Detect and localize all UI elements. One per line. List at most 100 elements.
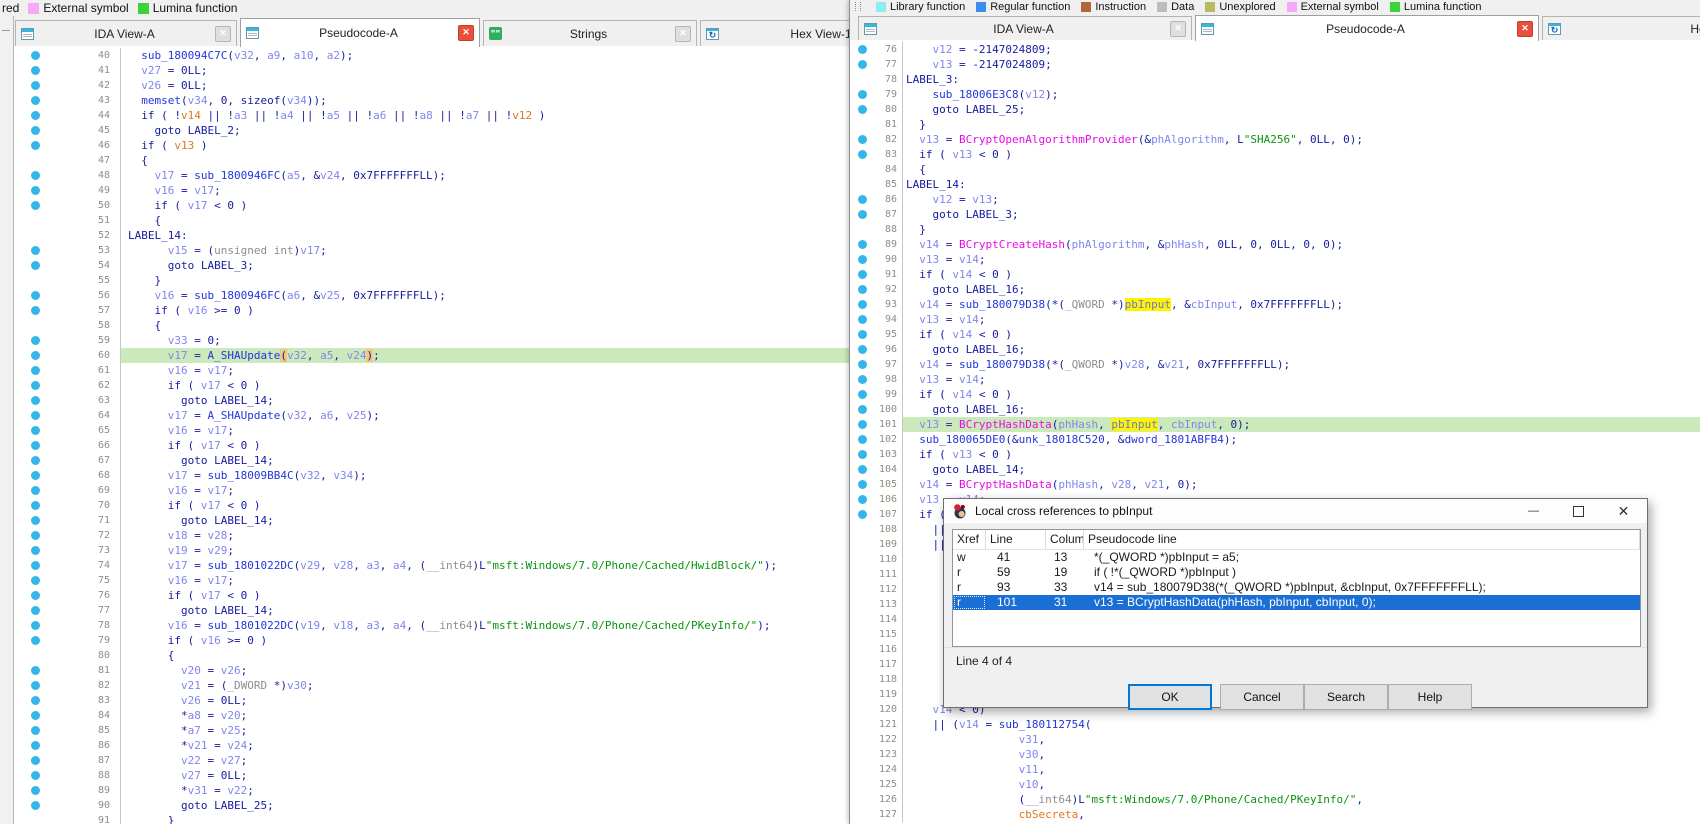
gutter-dot-cell[interactable] <box>850 252 870 267</box>
code-line[interactable]: 87 v22 = v27; <box>0 753 849 768</box>
code-line[interactable]: 46 if ( v13 ) <box>0 138 849 153</box>
xref-header-cell[interactable]: Pseudocode line <box>1084 530 1640 549</box>
gutter-dot-cell[interactable] <box>850 567 870 582</box>
minimize-icon[interactable]: — <box>1511 500 1556 522</box>
gutter-dot-cell[interactable] <box>850 72 870 87</box>
code-text[interactable]: } <box>902 117 1700 132</box>
breakpoint-dot[interactable] <box>31 561 40 570</box>
code-text[interactable]: v26 = 0LL; <box>120 693 849 708</box>
code-text[interactable]: { <box>120 213 849 228</box>
code-text[interactable]: v13 = BCryptHashData(phHash, pbInput, cb… <box>902 417 1700 432</box>
breakpoint-dot[interactable] <box>858 435 867 444</box>
code-text[interactable]: } <box>902 222 1700 237</box>
gutter-dot-cell[interactable] <box>850 687 870 702</box>
code-text[interactable]: if ( v17 < 0 ) <box>120 198 849 213</box>
code-line[interactable]: 50 if ( v17 < 0 ) <box>0 198 849 213</box>
gutter-dot-cell[interactable] <box>850 132 870 147</box>
breakpoint-dot[interactable] <box>31 711 40 720</box>
code-line[interactable]: 103 if ( v13 < 0 ) <box>850 447 1700 462</box>
breakpoint-dot[interactable] <box>858 150 867 159</box>
code-line[interactable]: 85 *a7 = v25; <box>0 723 849 738</box>
code-line[interactable]: 76 v12 = -2147024809; <box>850 42 1700 57</box>
code-line[interactable]: 49 v16 = v17; <box>0 183 849 198</box>
code-line[interactable]: 127 cbSecreta, <box>850 807 1700 822</box>
breakpoint-dot[interactable] <box>31 66 40 75</box>
breakpoint-dot[interactable] <box>31 411 40 420</box>
search-button[interactable]: Search <box>1304 684 1388 710</box>
code-text[interactable]: v20 = v26; <box>120 663 849 678</box>
code-text[interactable]: goto LABEL_14; <box>120 393 849 408</box>
code-text[interactable]: if ( v13 < 0 ) <box>902 147 1700 162</box>
breakpoint-dot[interactable] <box>858 360 867 369</box>
code-line[interactable]: 80 { <box>0 648 849 663</box>
code-text[interactable]: v33 = 0; <box>120 333 849 348</box>
code-line[interactable]: 65 v16 = v17; <box>0 423 849 438</box>
breakpoint-dot[interactable] <box>31 636 40 645</box>
code-text[interactable]: v15 = (unsigned int)v17; <box>120 243 849 258</box>
tab-ida-view-a[interactable]: IDA View-A✕ <box>15 20 237 46</box>
code-text[interactable]: if ( v17 < 0 ) <box>120 498 849 513</box>
breakpoint-dot[interactable] <box>31 591 40 600</box>
code-line[interactable]: 93 v14 = sub_180079D38(*(_QWORD *)pbInpu… <box>850 297 1700 312</box>
code-line[interactable]: 66 if ( v17 < 0 ) <box>0 438 849 453</box>
code-line[interactable]: 100 goto LABEL_16; <box>850 402 1700 417</box>
breakpoint-dot[interactable] <box>858 405 867 414</box>
tab-close-icon[interactable]: ✕ <box>675 26 691 42</box>
tab-strings[interactable]: ""Strings✕ <box>483 20 697 46</box>
code-line[interactable]: 79 sub_18006E3C8(v12); <box>850 87 1700 102</box>
code-text[interactable]: v22 = v27; <box>120 753 849 768</box>
code-line[interactable]: 63 goto LABEL_14; <box>0 393 849 408</box>
xref-header-cell[interactable]: Column <box>1046 530 1084 549</box>
code-line[interactable]: 88 v27 = 0LL; <box>0 768 849 783</box>
breakpoint-dot[interactable] <box>31 126 40 135</box>
code-line[interactable]: 72 v18 = v28; <box>0 528 849 543</box>
gutter-dot-cell[interactable] <box>850 492 870 507</box>
code-text[interactable]: if ( v17 < 0 ) <box>120 588 849 603</box>
breakpoint-dot[interactable] <box>31 621 40 630</box>
code-text[interactable]: goto LABEL_14; <box>120 513 849 528</box>
code-line[interactable]: 64 v17 = A_SHAUpdate(v32, a6, v25); <box>0 408 849 423</box>
code-text[interactable]: sub_180065DE0(&unk_18018C520, &dword_180… <box>902 432 1700 447</box>
code-text[interactable]: v27 = 0LL; <box>120 768 849 783</box>
breakpoint-dot[interactable] <box>858 105 867 114</box>
code-text[interactable]: } <box>120 273 849 288</box>
code-line[interactable]: 95 if ( v14 < 0 ) <box>850 327 1700 342</box>
code-text[interactable]: goto LABEL_3; <box>120 258 849 273</box>
breakpoint-dot[interactable] <box>858 495 867 504</box>
breakpoint-dot[interactable] <box>31 171 40 180</box>
code-line[interactable]: 97 v14 = sub_180079D38(*(_QWORD *)v28, &… <box>850 357 1700 372</box>
breakpoint-dot[interactable] <box>31 261 40 270</box>
gutter-dot-cell[interactable] <box>850 357 870 372</box>
dialog-titlebar[interactable]: Local cross references to pbInput — ✕ <box>944 499 1647 523</box>
code-text[interactable]: v17 = s​ub_1801022DC(v29, v28, a3, a4, (… <box>120 558 849 573</box>
code-line[interactable]: 44 if ( !v14 || !a3 || !a4 || !a5 || !a6… <box>0 108 849 123</box>
code-text[interactable]: v13 = -2147024809; <box>902 57 1700 72</box>
breakpoint-dot[interactable] <box>31 681 40 690</box>
code-line[interactable]: 123 v30, <box>850 747 1700 762</box>
gutter-dot-cell[interactable] <box>850 312 870 327</box>
breakpoint-dot[interactable] <box>858 390 867 399</box>
breakpoint-dot[interactable] <box>858 450 867 459</box>
code-text[interactable]: if ( v14 < 0 ) <box>902 267 1700 282</box>
code-line[interactable]: 45 goto LABEL_2; <box>0 123 849 138</box>
breakpoint-dot[interactable] <box>31 396 40 405</box>
code-text[interactable]: v13 = v14; <box>902 252 1700 267</box>
gutter-dot-cell[interactable] <box>850 597 870 612</box>
gutter-dot-cell[interactable] <box>850 327 870 342</box>
breakpoint-dot[interactable] <box>31 771 40 780</box>
breakpoint-dot[interactable] <box>31 306 40 315</box>
breakpoint-dot[interactable] <box>31 741 40 750</box>
breakpoint-dot[interactable] <box>858 195 867 204</box>
code-text[interactable]: v13 = v14; <box>902 312 1700 327</box>
code-line[interactable]: 74 v17 = s​ub_1801022DC(v29, v28, a3, a4… <box>0 558 849 573</box>
code-line[interactable]: 77 goto LABEL_14; <box>0 603 849 618</box>
code-line[interactable]: 88 } <box>850 222 1700 237</box>
code-text[interactable]: (__int64)L"msft:Windows/7.0/Phone/Cached… <box>902 792 1700 807</box>
code-text[interactable]: LABEL_3: <box>902 72 1700 87</box>
breakpoint-dot[interactable] <box>31 546 40 555</box>
gutter-dot-cell[interactable] <box>850 747 870 762</box>
gutter-dot-cell[interactable] <box>850 237 870 252</box>
code-line[interactable]: 91 if ( v14 < 0 ) <box>850 267 1700 282</box>
code-text[interactable]: v14 = sub_180079D38(*(_QWORD *)v28, &v21… <box>902 357 1700 372</box>
xref-row[interactable]: w4113*(_QWORD *)pbInput = a5; <box>953 550 1640 565</box>
